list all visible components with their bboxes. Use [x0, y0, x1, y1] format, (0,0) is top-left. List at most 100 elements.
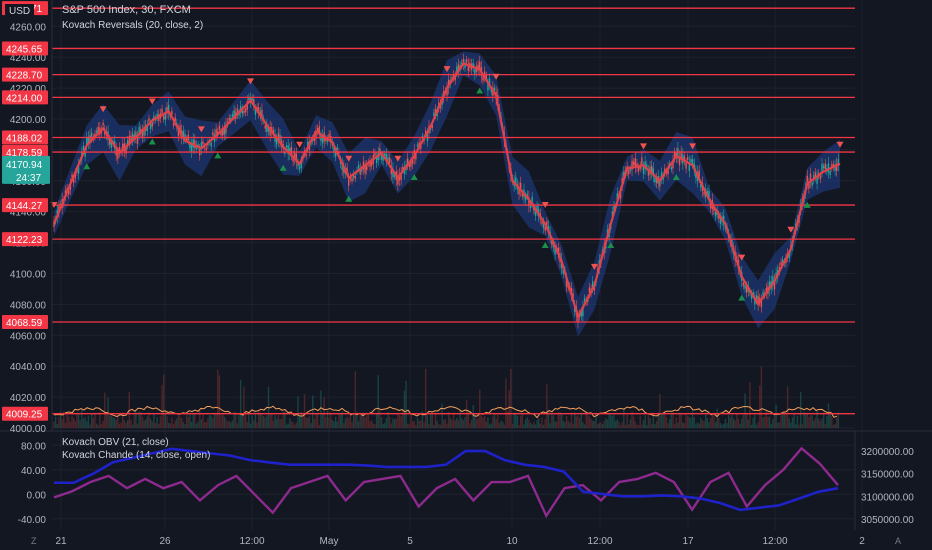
volume-bar [418, 420, 420, 428]
candle-body [228, 117, 230, 121]
volume-bar [826, 416, 828, 428]
volume-bar [416, 417, 419, 428]
volume-bar [81, 408, 83, 428]
volume-bar [482, 417, 484, 428]
volume-bar [768, 416, 771, 428]
volume-bar [832, 424, 835, 428]
volume-bar [411, 421, 414, 428]
volume-bar [795, 424, 797, 428]
candle-body [637, 167, 640, 172]
candle-body [357, 164, 360, 169]
candle-body [95, 130, 98, 133]
candle-body [161, 108, 163, 113]
candle-body [148, 118, 150, 122]
volume-bar [449, 417, 451, 428]
volume-bar [151, 421, 153, 428]
volume-bar [61, 419, 63, 428]
volume-bar [279, 419, 281, 428]
candle-body [416, 144, 419, 147]
volume-bar [239, 379, 242, 428]
volume-bar [349, 413, 352, 428]
volume-bar [569, 422, 571, 428]
corner-right-label[interactable]: A [895, 536, 901, 546]
volume-bar [472, 405, 474, 428]
volume-bar [364, 417, 366, 428]
volume-bar [166, 416, 168, 428]
volume-bar [179, 416, 181, 428]
volume-bar [547, 412, 550, 428]
candle-body [172, 123, 175, 126]
volume-bar [582, 422, 584, 428]
volume-bar [82, 418, 85, 428]
candle-body [634, 158, 637, 167]
volume-bar [629, 419, 632, 428]
volume-bar [122, 412, 124, 428]
chart-background [0, 0, 932, 550]
volume-bar [641, 424, 643, 428]
candle-body [298, 166, 301, 170]
volume-bar [310, 423, 312, 428]
corner-left-label[interactable]: Z [31, 536, 37, 546]
volume-bar [408, 424, 411, 428]
volume-bar [616, 419, 618, 428]
volume-bar [526, 417, 528, 428]
volume-bar [428, 423, 430, 428]
osc-legend-obv: Kovach OBV (21, close) [62, 437, 169, 448]
candle-body [285, 145, 288, 148]
volume-bar [510, 368, 512, 428]
volume-bar [736, 414, 738, 428]
time-tick: 2 [859, 536, 865, 547]
volume-bar [397, 413, 399, 428]
volume-bar [727, 415, 730, 428]
volume-bar [262, 416, 265, 428]
volume-bar [788, 418, 790, 428]
volume-bar [436, 420, 438, 428]
volume-bar [320, 390, 322, 428]
time-tick: 12:00 [587, 536, 612, 547]
chart-canvas[interactable]: 80.00 40.00 0.00 -40.00 3200000.00 3150000.00… [0, 0, 932, 550]
volume-bar [444, 418, 447, 428]
level-tag: 4188.02 [6, 133, 43, 144]
candle-body [714, 211, 717, 217]
volume-bar [614, 420, 617, 428]
volume-bar [711, 413, 713, 428]
volume-bar [207, 418, 209, 428]
volume-bar [336, 421, 338, 428]
candle-body [690, 158, 692, 163]
volume-bar [433, 424, 435, 428]
volume-bar [248, 413, 250, 428]
volume-bar [487, 417, 489, 428]
volume-bar [501, 421, 504, 428]
volume-bar [56, 423, 58, 428]
volume-bar [123, 420, 126, 428]
volume-bar [333, 421, 335, 428]
candle-body [822, 166, 825, 169]
volume-bar [153, 413, 155, 428]
price-tick: 4260.00 [10, 22, 47, 33]
volume-bar [549, 423, 551, 428]
volume-bar [441, 403, 443, 428]
volume-bar [426, 415, 429, 428]
volume-bar [667, 423, 669, 428]
price-tick: 4000.00 [10, 424, 47, 435]
countdown: 24:37 [16, 173, 41, 184]
volume-bar [806, 412, 808, 428]
volume-bar [171, 417, 173, 428]
osc-left-tick: -40.00 [18, 515, 47, 526]
level-tag: 4144.27 [6, 201, 43, 212]
volume-bar [796, 415, 799, 428]
volume-bar [456, 417, 458, 428]
volume-bar [443, 420, 445, 428]
candle-body [493, 87, 496, 91]
volume-bar [777, 422, 779, 428]
volume-bar [266, 415, 268, 428]
volume-bar [585, 413, 587, 428]
volume-bar [724, 419, 727, 428]
currency-label[interactable]: USD [5, 4, 35, 20]
volume-bar [752, 417, 754, 428]
volume-bar [590, 418, 592, 428]
volume-bar [800, 391, 802, 428]
volume-bar [316, 412, 319, 428]
volume-bar [190, 421, 193, 428]
volume-bar [519, 415, 522, 428]
